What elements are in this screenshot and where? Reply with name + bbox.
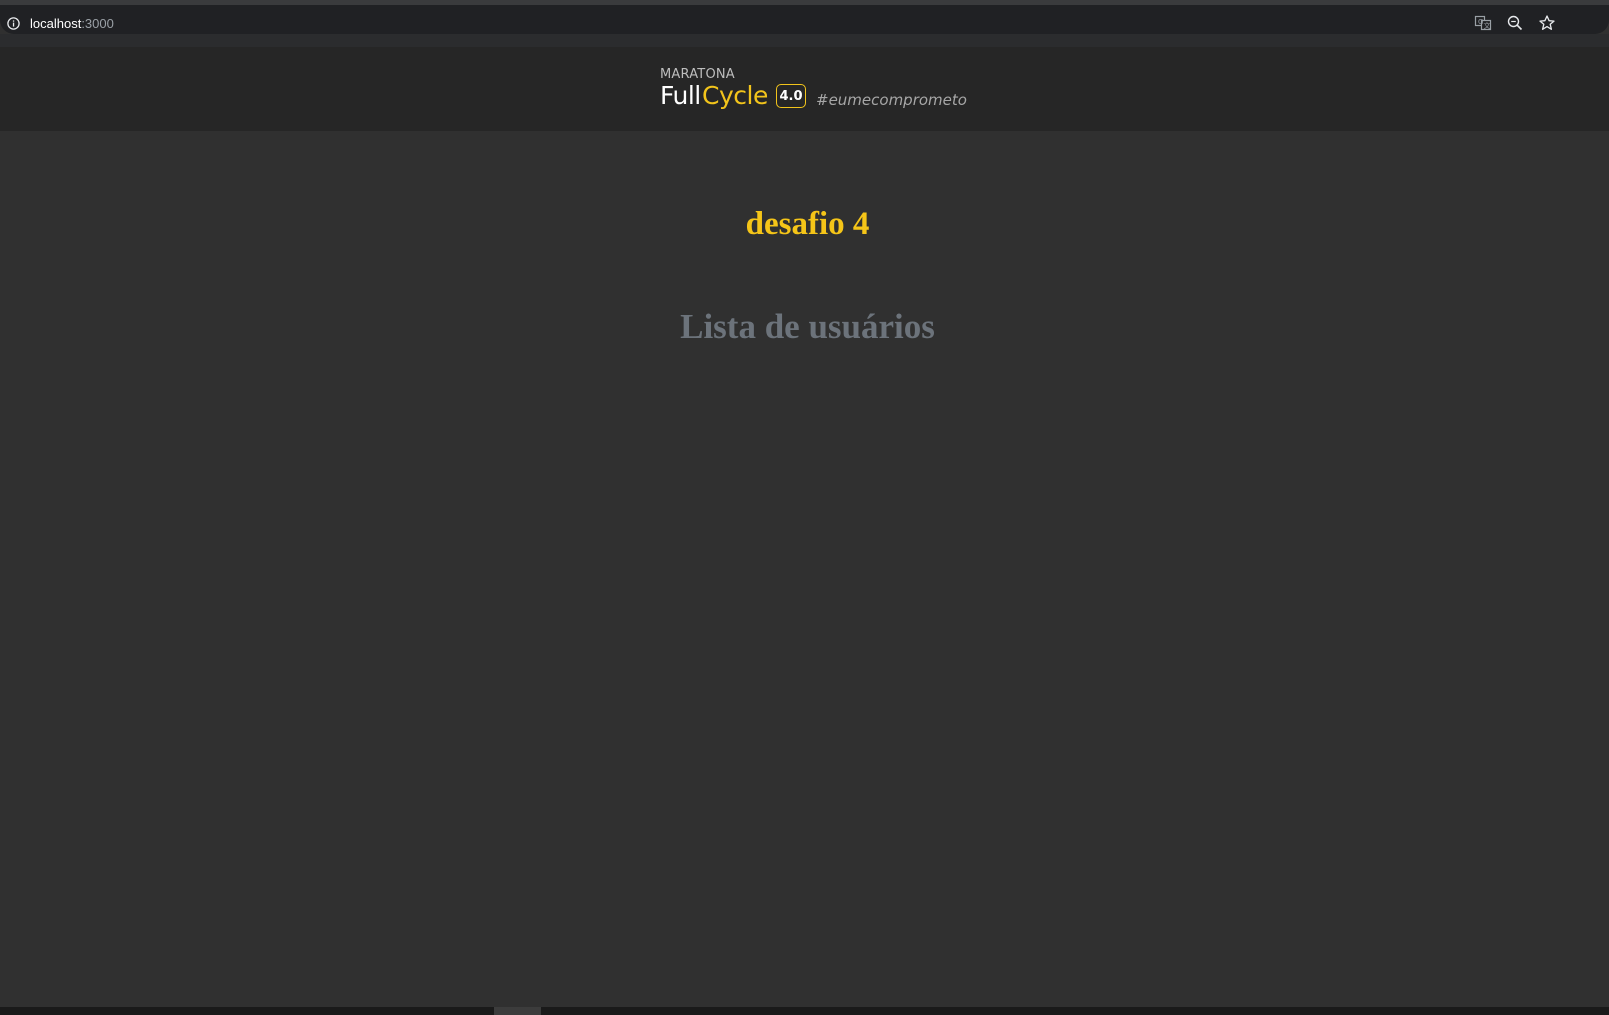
url-host: localhost: [30, 16, 82, 31]
bookmark-star-icon[interactable]: [1537, 13, 1557, 33]
page-title: desafio 4: [745, 206, 870, 243]
browser-chrome-divider: [0, 34, 1609, 47]
logo-word-full: Full: [660, 81, 701, 110]
horizontal-scrollbar[interactable]: [0, 1007, 1609, 1015]
site-header: MARATONA Full Cycle 4.0 #eumecomprometo: [0, 47, 1609, 131]
logo-hashtag: #eumecomprometo: [816, 91, 967, 109]
url-port: :3000: [81, 16, 114, 31]
translate-icon[interactable]: G 文: [1473, 13, 1493, 33]
info-icon[interactable]: [7, 17, 20, 30]
zoom-icon[interactable]: [1505, 13, 1525, 33]
scrollbar-thumb[interactable]: [494, 1007, 541, 1015]
fullcycle-logo: MARATONA Full Cycle 4.0 #eumecomprometo: [660, 67, 980, 117]
svg-text:文: 文: [1484, 21, 1491, 30]
logo-word-cycle: Cycle: [702, 81, 768, 110]
user-list-heading: Lista de usuários: [680, 307, 935, 347]
logo-version-badge: 4.0: [776, 84, 806, 108]
logo-kicker: MARATONA: [660, 67, 735, 82]
url-text[interactable]: localhost:3000: [30, 16, 114, 32]
address-bar[interactable]: localhost:3000 G 文: [0, 5, 1609, 34]
